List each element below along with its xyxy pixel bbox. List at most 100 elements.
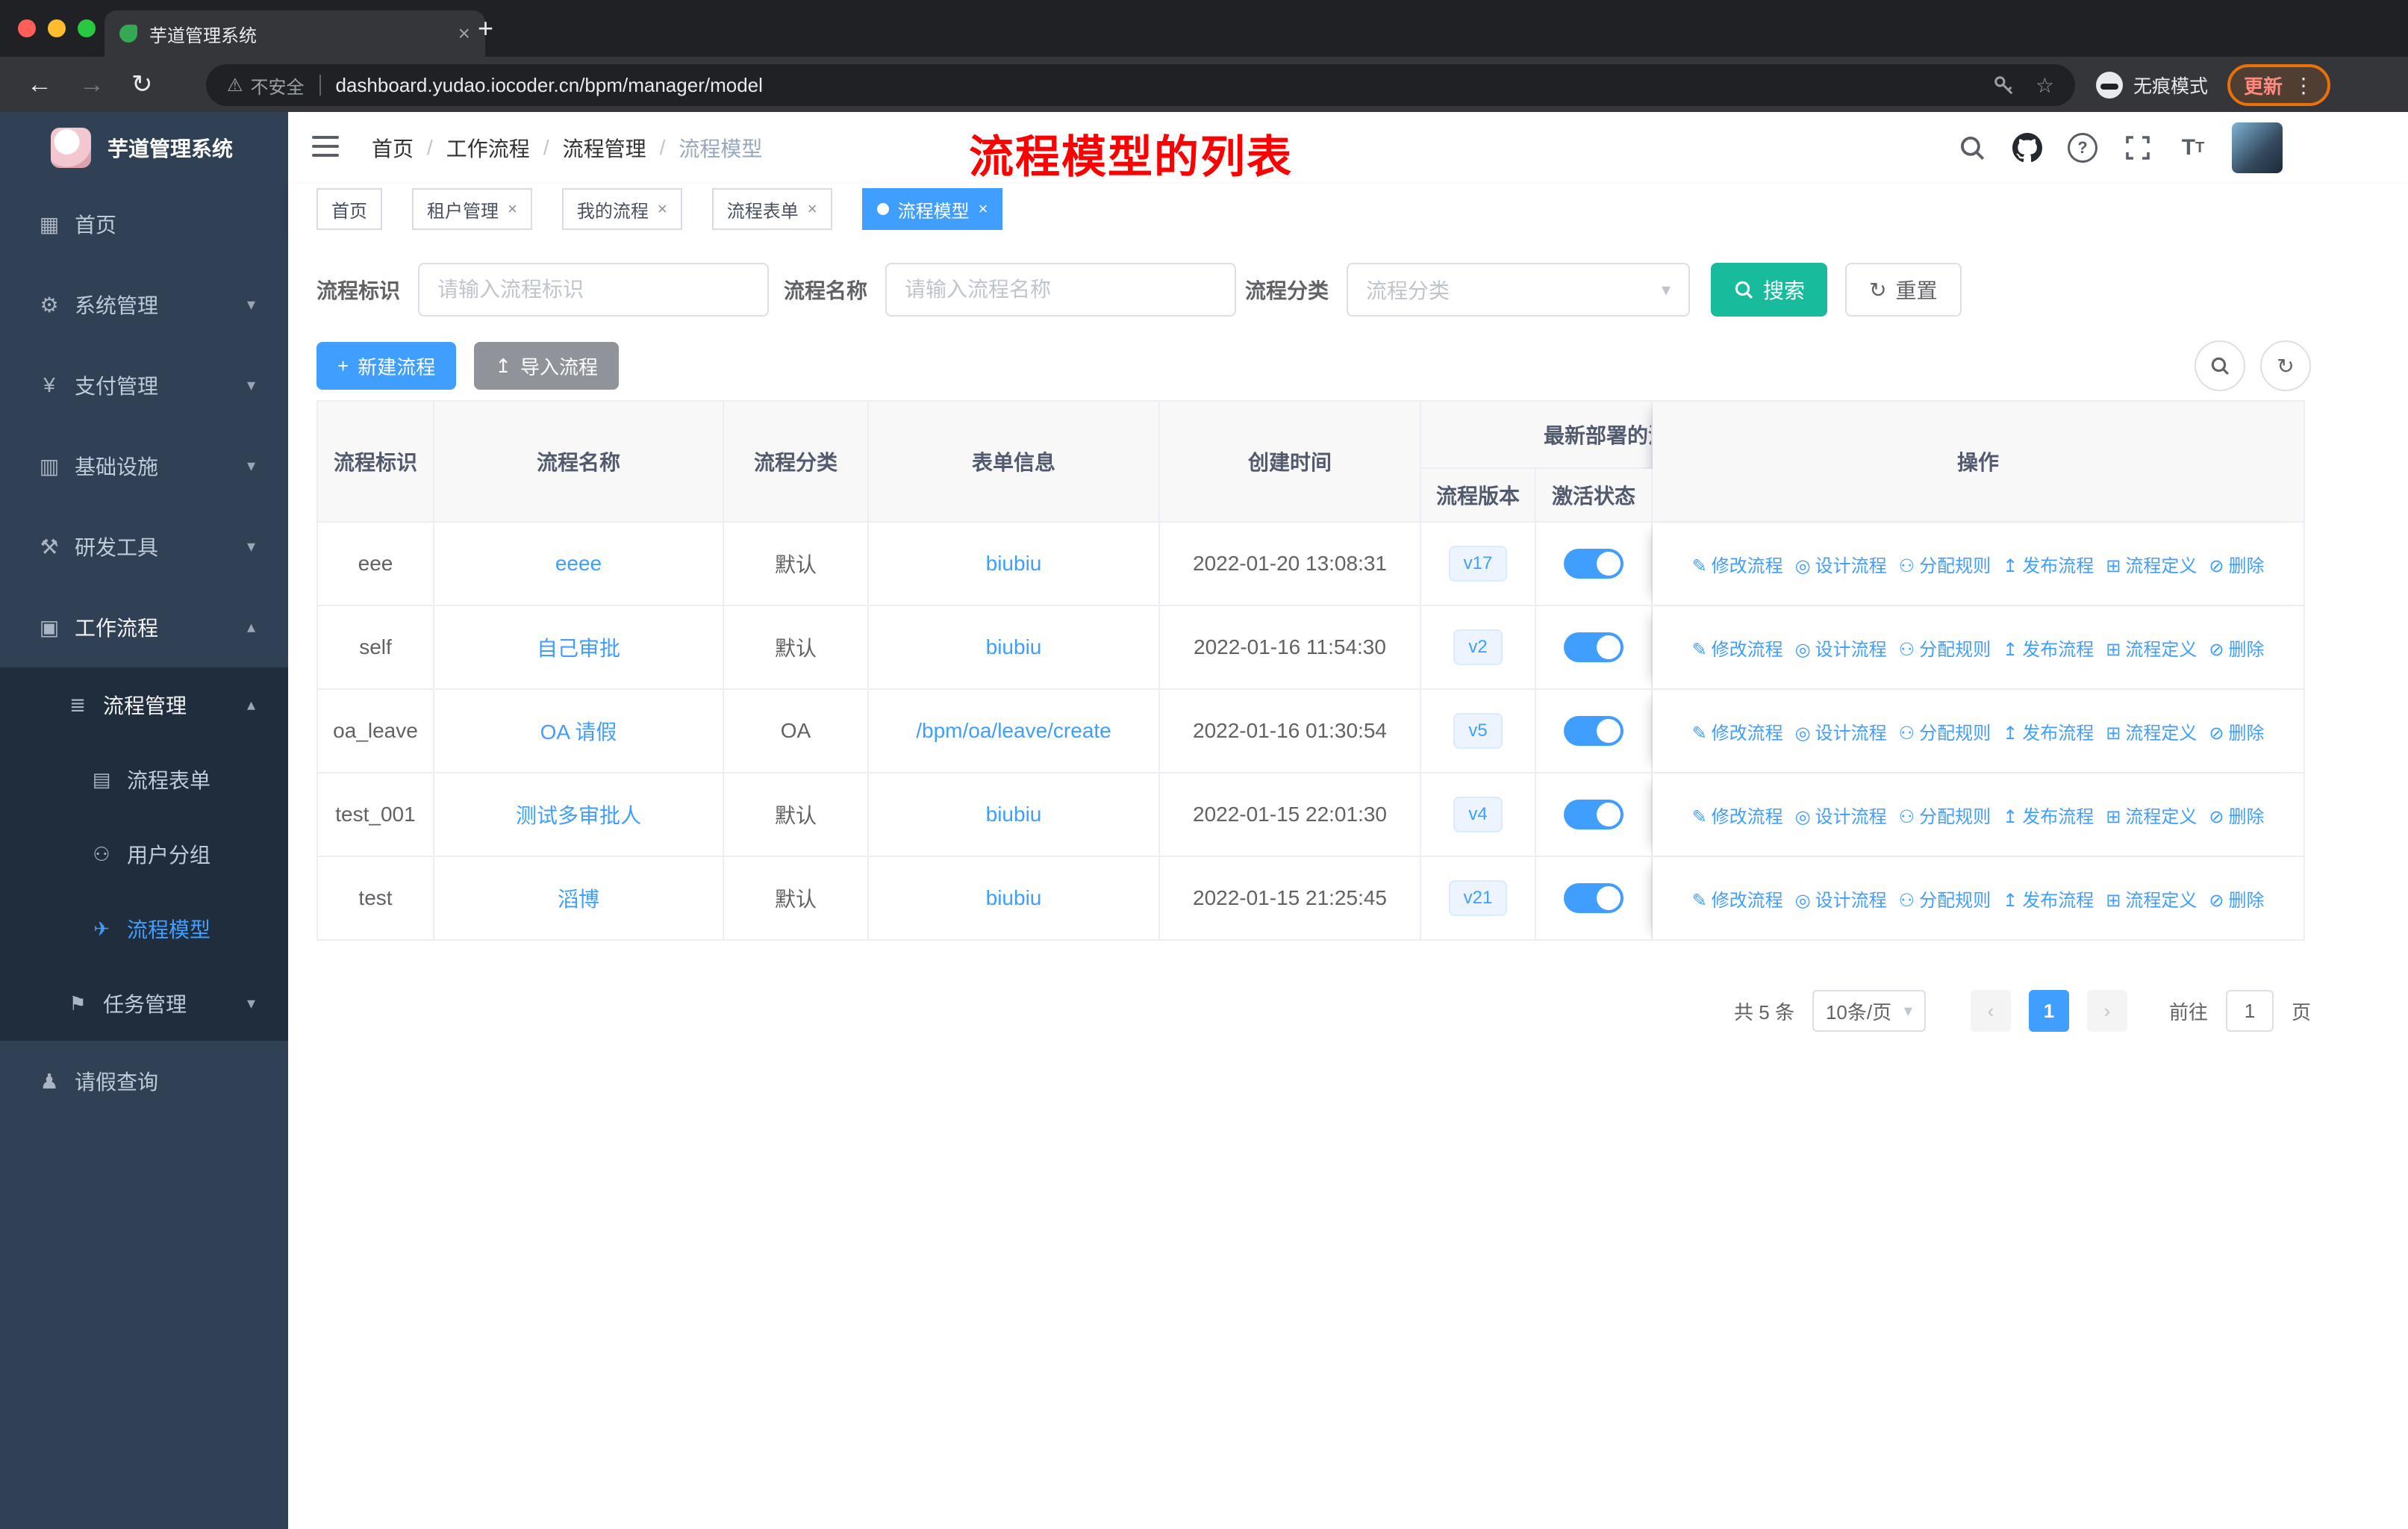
- close-window-button[interactable]: [18, 19, 36, 37]
- action-publish-link[interactable]: ↥ 发布流程: [2003, 640, 2094, 660]
- action-design-link[interactable]: ◎ 设计流程: [1795, 723, 1887, 744]
- help-icon[interactable]: ?: [2066, 131, 2099, 164]
- action-assign-link[interactable]: ⚇ 分配规则: [1899, 891, 1991, 911]
- sidebar-item-home[interactable]: ▦ 首页: [0, 184, 288, 264]
- action-design-link[interactable]: ◎ 设计流程: [1795, 891, 1887, 911]
- close-icon[interactable]: ×: [808, 199, 817, 219]
- minimize-window-button[interactable]: [48, 19, 66, 37]
- active-toggle[interactable]: [1564, 716, 1623, 746]
- action-definition-link[interactable]: ⊞ 流程定义: [2106, 640, 2197, 660]
- security-status[interactable]: ⚠ 不安全: [227, 72, 305, 99]
- form-info-link[interactable]: biubiu: [986, 552, 1042, 575]
- action-publish-link[interactable]: ↥ 发布流程: [2003, 556, 2094, 576]
- tag-my-process[interactable]: 我的流程 ×: [561, 188, 682, 230]
- action-edit-link[interactable]: ✎ 修改流程: [1692, 556, 1783, 576]
- browser-menu-icon[interactable]: ⋮: [2293, 73, 2314, 98]
- show-search-button[interactable]: [2195, 340, 2245, 391]
- action-publish-link[interactable]: ↥ 发布流程: [2003, 891, 2094, 911]
- back-icon[interactable]: ←: [27, 70, 52, 99]
- action-delete-link[interactable]: ⊘ 删除: [2209, 807, 2264, 827]
- url-bar[interactable]: ⚠ 不安全 dashboard.yudao.iocoder.cn/bpm/man…: [206, 64, 2075, 106]
- tab-close-icon[interactable]: ×: [458, 22, 470, 46]
- process-name-link[interactable]: 滔博: [558, 888, 599, 911]
- action-definition-link[interactable]: ⊞ 流程定义: [2106, 723, 2197, 744]
- fullscreen-icon[interactable]: [2121, 131, 2154, 164]
- zoom-window-button[interactable]: [78, 19, 96, 37]
- goto-page-input[interactable]: [2225, 990, 2274, 1032]
- forward-icon[interactable]: →: [79, 70, 105, 99]
- breadcrumb-workflow[interactable]: 工作流程: [446, 133, 530, 163]
- close-icon[interactable]: ×: [508, 199, 517, 219]
- form-info-link[interactable]: biubiu: [986, 635, 1042, 658]
- action-delete-link[interactable]: ⊘ 删除: [2209, 891, 2264, 911]
- import-process-button[interactable]: ↥ 导入流程: [474, 342, 620, 390]
- browser-update-button[interactable]: 更新 ⋮: [2227, 64, 2331, 106]
- search-icon[interactable]: [1956, 131, 1989, 164]
- active-toggle[interactable]: [1564, 800, 1623, 829]
- breadcrumb-process-management[interactable]: 流程管理: [563, 133, 646, 163]
- action-edit-link[interactable]: ✎ 修改流程: [1692, 891, 1783, 911]
- github-icon[interactable]: [2011, 131, 2044, 164]
- action-assign-link[interactable]: ⚇ 分配规则: [1899, 723, 1991, 744]
- page-size-select[interactable]: 10条/页 ▾: [1812, 990, 1926, 1032]
- font-size-icon[interactable]: TT: [2177, 131, 2209, 164]
- process-name-link[interactable]: 测试多审批人: [516, 804, 641, 827]
- close-icon[interactable]: ×: [979, 199, 988, 219]
- action-design-link[interactable]: ◎ 设计流程: [1795, 556, 1887, 576]
- sidebar-item-workflow[interactable]: ▣ 工作流程 ▴: [0, 587, 288, 667]
- next-page-button[interactable]: ›: [2086, 990, 2127, 1032]
- action-design-link[interactable]: ◎ 设计流程: [1795, 807, 1887, 827]
- process-name-link[interactable]: 自己审批: [537, 637, 620, 660]
- action-publish-link[interactable]: ↥ 发布流程: [2003, 723, 2094, 744]
- process-name-input[interactable]: [885, 263, 1237, 317]
- process-name-link[interactable]: OA 请假: [540, 720, 617, 744]
- current-page-button[interactable]: 1: [2028, 990, 2069, 1032]
- sidebar-item-devtools[interactable]: ⚒ 研发工具 ▾: [0, 506, 288, 587]
- sidebar-item-leave-query[interactable]: ♟ 请假查询: [0, 1041, 288, 1121]
- browser-tab[interactable]: 芋道管理系统 ×: [105, 10, 485, 57]
- action-design-link[interactable]: ◎ 设计流程: [1795, 640, 1887, 660]
- action-edit-link[interactable]: ✎ 修改流程: [1692, 723, 1783, 744]
- action-assign-link[interactable]: ⚇ 分配规则: [1899, 807, 1991, 827]
- action-delete-link[interactable]: ⊘ 删除: [2209, 640, 2264, 660]
- form-info-link[interactable]: biubiu: [986, 886, 1042, 909]
- process-name-link[interactable]: eeee: [555, 552, 602, 575]
- tag-tenant[interactable]: 租户管理 ×: [412, 188, 532, 230]
- form-info-link[interactable]: /bpm/oa/leave/create: [916, 719, 1111, 742]
- prev-page-button[interactable]: ‹: [1970, 990, 2011, 1032]
- user-avatar[interactable]: [2232, 122, 2283, 173]
- new-tab-button[interactable]: +: [478, 15, 493, 42]
- action-definition-link[interactable]: ⊞ 流程定义: [2106, 891, 2197, 911]
- action-delete-link[interactable]: ⊘ 删除: [2209, 723, 2264, 744]
- tag-process-form[interactable]: 流程表单 ×: [711, 188, 832, 230]
- action-edit-link[interactable]: ✎ 修改流程: [1692, 807, 1783, 827]
- action-assign-link[interactable]: ⚇ 分配规则: [1899, 556, 1991, 576]
- breadcrumb-home[interactable]: 首页: [372, 133, 414, 163]
- process-key-input[interactable]: [418, 263, 770, 317]
- sidebar-item-process-model[interactable]: ✈ 流程模型: [0, 891, 288, 966]
- reload-icon[interactable]: ↻: [131, 69, 153, 99]
- sidebar-item-system[interactable]: ⚙ 系统管理 ▾: [0, 264, 288, 345]
- reset-button[interactable]: ↻ 重置: [1845, 263, 1962, 317]
- active-toggle[interactable]: [1564, 632, 1623, 662]
- search-button[interactable]: 搜索: [1711, 263, 1828, 317]
- action-delete-link[interactable]: ⊘ 删除: [2209, 556, 2264, 576]
- tag-home[interactable]: 首页: [316, 188, 382, 230]
- create-process-button[interactable]: + 新建流程: [316, 342, 457, 390]
- action-definition-link[interactable]: ⊞ 流程定义: [2106, 556, 2197, 576]
- action-assign-link[interactable]: ⚇ 分配规则: [1899, 640, 1991, 660]
- active-toggle[interactable]: [1564, 549, 1623, 579]
- tag-process-model[interactable]: 流程模型 ×: [861, 188, 1003, 230]
- bookmark-star-icon[interactable]: ☆: [2036, 73, 2054, 98]
- action-definition-link[interactable]: ⊞ 流程定义: [2106, 807, 2197, 827]
- sidebar-item-process-management[interactable]: ≣ 流程管理 ▴: [0, 667, 288, 742]
- form-info-link[interactable]: biubiu: [986, 803, 1042, 826]
- collapse-menu-icon[interactable]: [312, 136, 339, 157]
- category-select[interactable]: 流程分类 ▾: [1347, 263, 1691, 317]
- close-icon[interactable]: ×: [658, 199, 667, 219]
- sidebar-item-process-form[interactable]: ▤ 流程表单: [0, 742, 288, 817]
- action-publish-link[interactable]: ↥ 发布流程: [2003, 807, 2094, 827]
- refresh-table-button[interactable]: ↻: [2260, 340, 2311, 391]
- sidebar-item-payment[interactable]: ¥ 支付管理 ▾: [0, 345, 288, 426]
- password-key-icon[interactable]: [1992, 74, 2015, 96]
